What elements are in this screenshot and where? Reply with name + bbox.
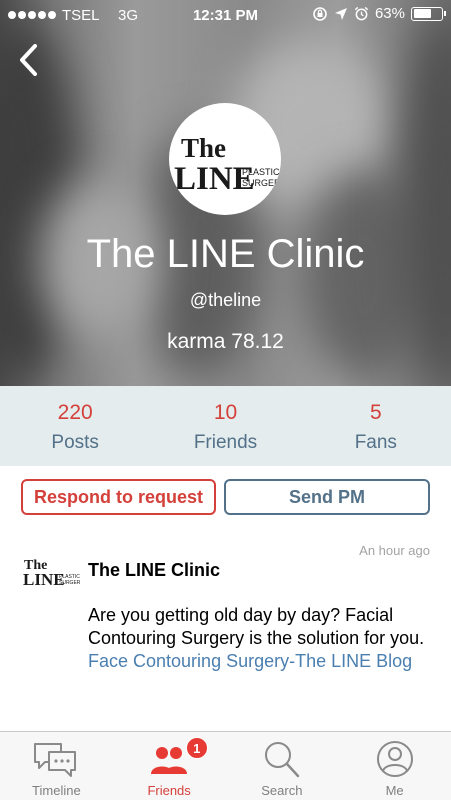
tab-search[interactable]: Search — [226, 732, 339, 800]
post-text-content: Are you getting old day by day? Facial C… — [88, 605, 425, 648]
battery-percentage: 63% — [374, 5, 405, 22]
profile-karma: karma 78.12 — [167, 330, 284, 353]
stat-label: Fans — [354, 432, 397, 453]
rotation-lock-icon — [313, 6, 327, 21]
post-text: Are you getting old day by day? Facial C… — [88, 604, 428, 673]
stat-count: 10 — [213, 401, 238, 424]
post-link[interactable]: Face Contouring Surgery-The LINE Blog — [88, 651, 412, 671]
search-icon — [264, 742, 300, 778]
line-clinic-logo: The LINE PLASTIC SURGERY — [23, 558, 80, 589]
tab-label: Search — [261, 783, 303, 798]
notification-badge: 1 — [185, 737, 208, 759]
alarm-icon — [354, 6, 369, 21]
post-author-avatar[interactable]: The LINE PLASTIC SURGERY — [22, 554, 80, 590]
battery-icon — [411, 6, 446, 21]
stat-label: Posts — [51, 432, 99, 453]
svg-text:SURGERY: SURGERY — [59, 580, 80, 586]
location-arrow-icon — [334, 7, 347, 20]
post-timestamp: An hour ago — [359, 543, 430, 558]
tab-me[interactable]: Me — [338, 732, 451, 800]
stat-friends[interactable]: 10 Friends — [150, 386, 300, 466]
stat-fans[interactable]: 5 Fans — [301, 386, 451, 466]
profile-stats: 220 Posts 10 Friends 5 Fans — [0, 386, 451, 466]
battery-level-fill — [413, 9, 431, 18]
back-button[interactable] — [10, 40, 46, 80]
svg-text:The: The — [181, 133, 226, 163]
stat-count: 220 — [57, 401, 93, 424]
tab-label: Timeline — [32, 783, 81, 798]
status-bar: TSEL 3G 12:31 PM 63% — [0, 0, 451, 30]
line-clinic-logo: The LINE PLASTIC SURGERY — [174, 133, 281, 197]
stat-posts[interactable]: 220 Posts — [0, 386, 150, 466]
stat-label: Friends — [193, 432, 258, 453]
respond-to-request-button[interactable]: Respond to request — [21, 479, 216, 515]
profile-header: TSEL 3G 12:31 PM 63% The LINE PLASTIC SU… — [0, 0, 451, 386]
tab-bar: Timeline 1 Friends Search Me — [0, 731, 451, 800]
chat-bubbles-icon — [34, 743, 77, 777]
chevron-left-icon — [20, 44, 37, 76]
tab-timeline[interactable]: Timeline — [0, 732, 113, 800]
tab-label: Me — [385, 783, 404, 798]
profile-handle: @theline — [189, 290, 262, 310]
stat-count: 5 — [369, 401, 382, 424]
profile-name: The LINE Clinic — [86, 232, 365, 276]
svg-text:PLASTIC: PLASTIC — [242, 167, 280, 177]
tab-friends[interactable]: 1 Friends — [113, 732, 226, 800]
user-icon — [376, 741, 413, 777]
send-pm-button[interactable]: Send PM — [224, 479, 430, 515]
tab-label: Friends — [147, 783, 191, 798]
profile-avatar: The LINE PLASTIC SURGERY — [169, 103, 281, 215]
post-author-name[interactable]: The LINE Clinic — [88, 560, 220, 581]
